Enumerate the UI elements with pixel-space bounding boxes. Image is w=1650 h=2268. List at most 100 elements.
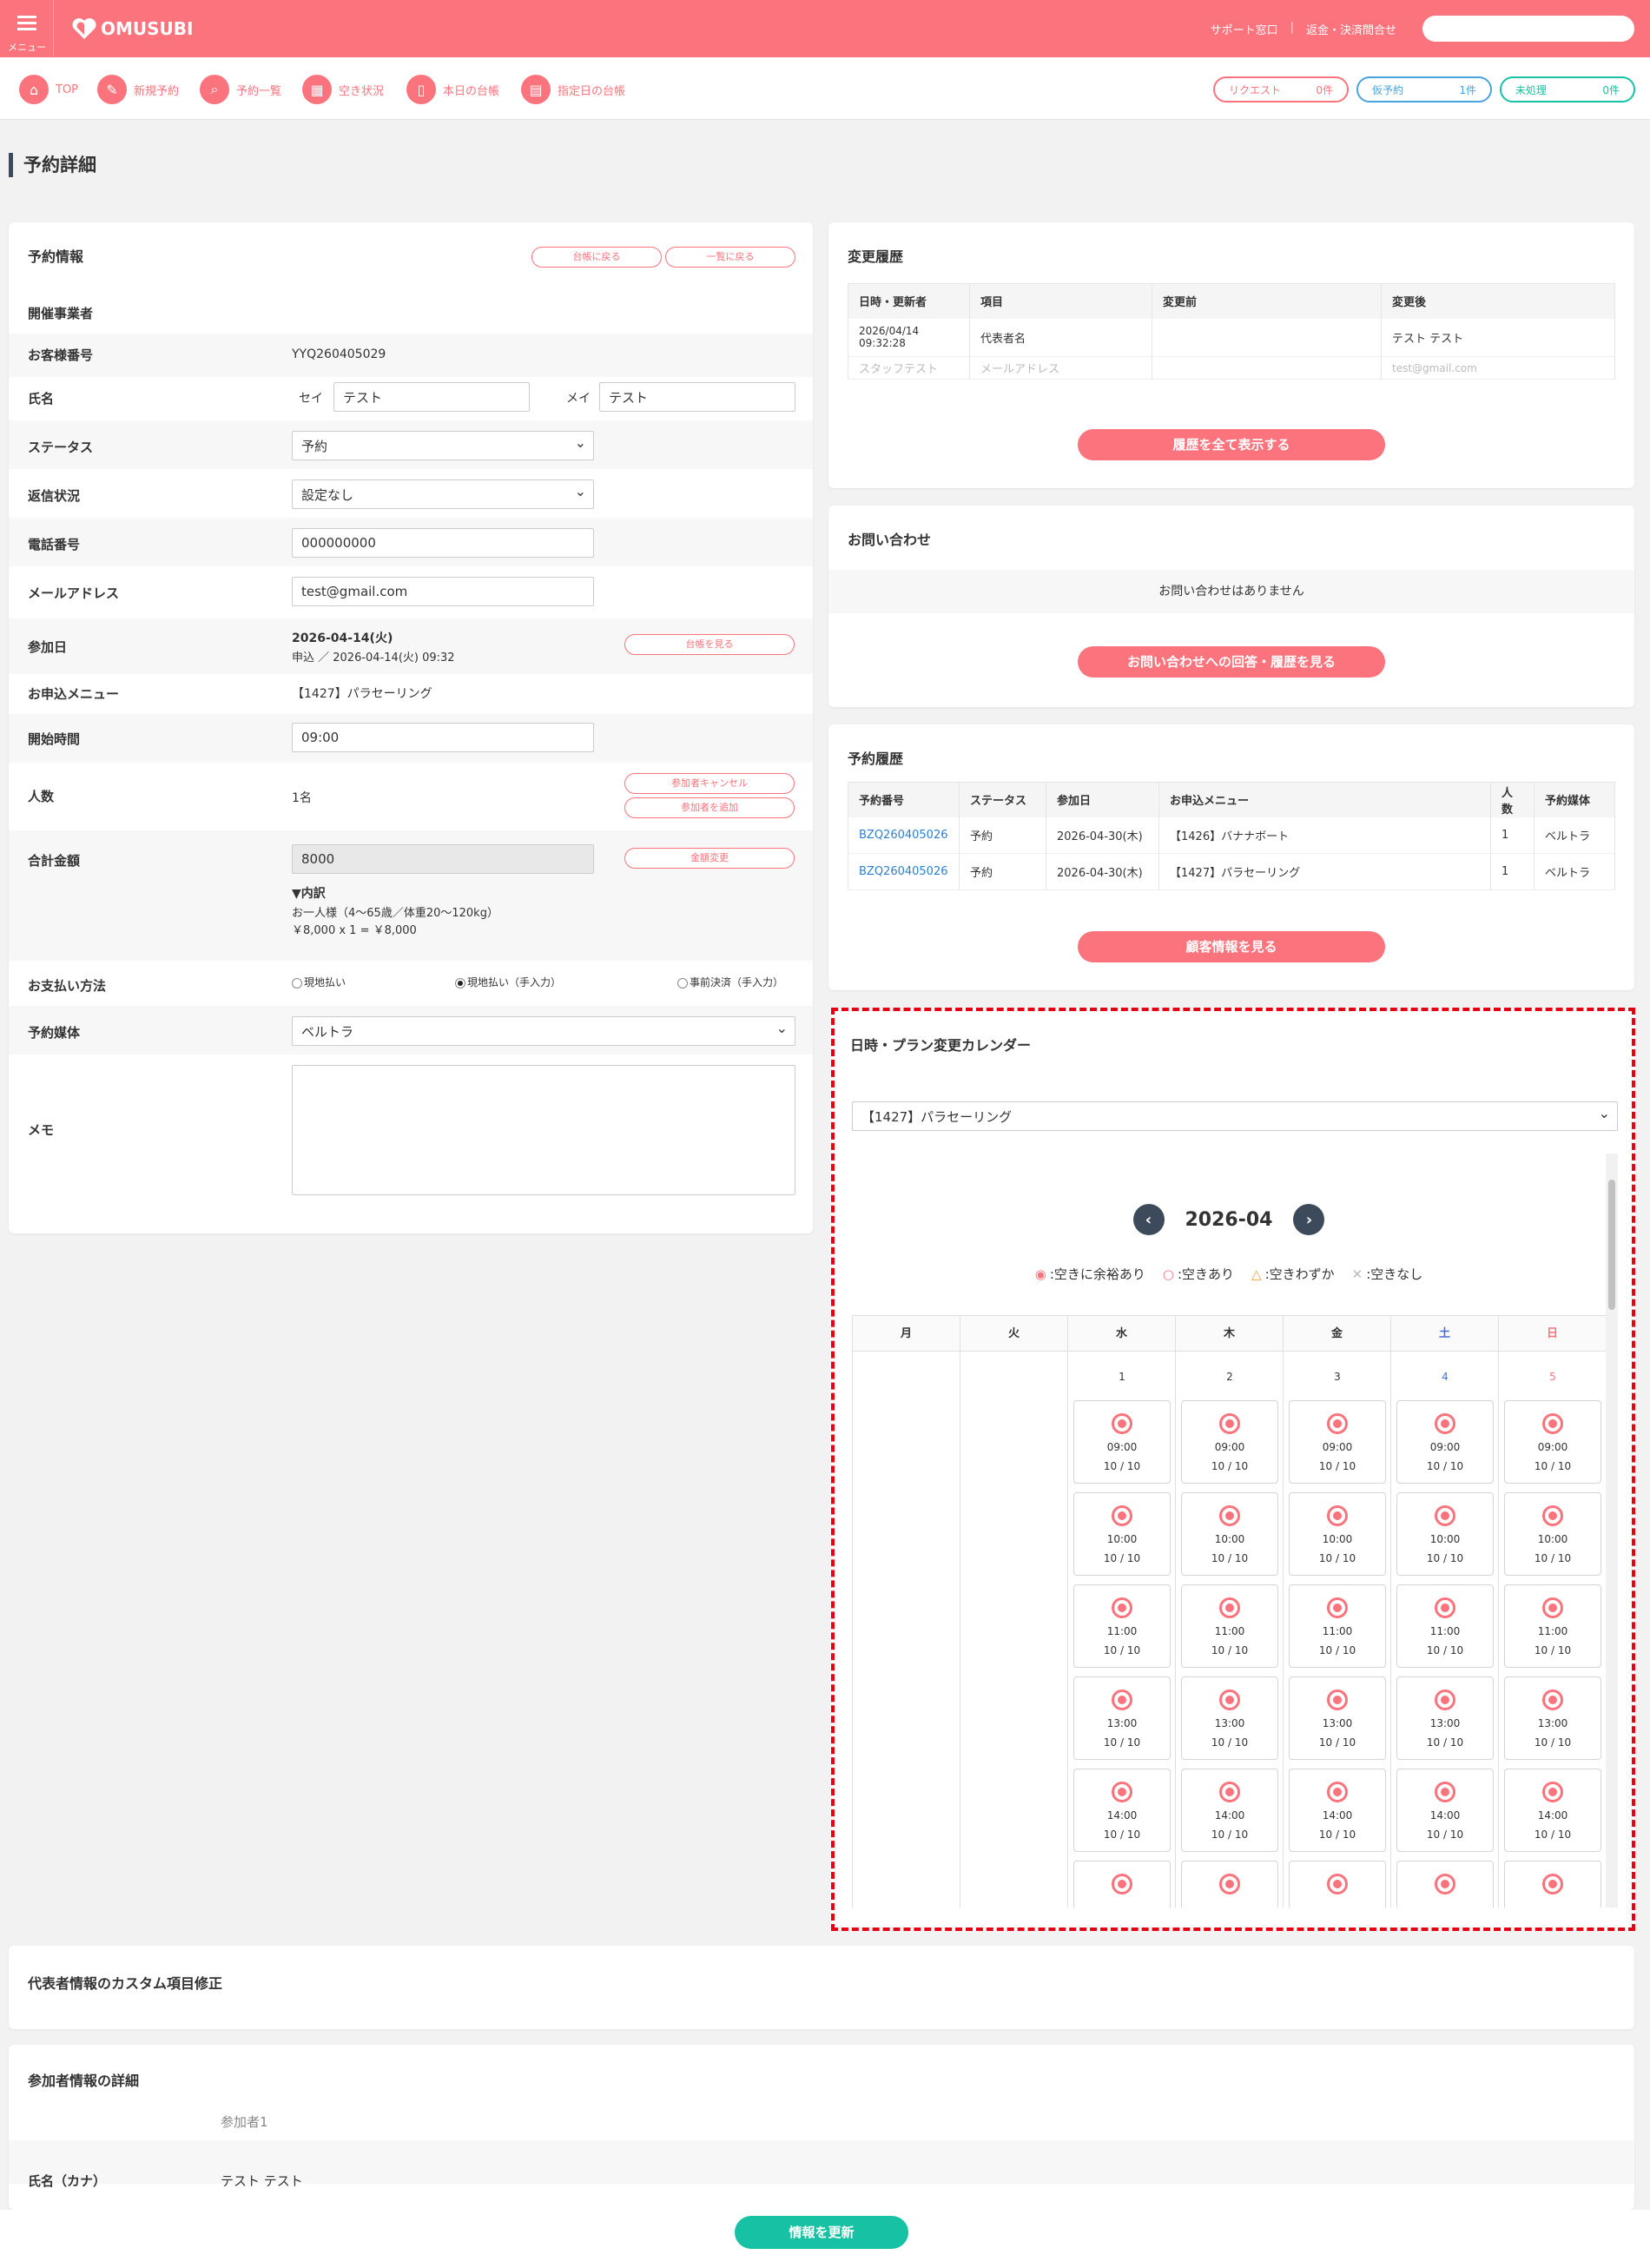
time-slot[interactable]: 14:00 10 / 10 <box>1181 1769 1278 1852</box>
scrollbar[interactable] <box>1606 1154 1618 1908</box>
time-slot[interactable]: 11:00 10 / 10 <box>1504 1584 1601 1668</box>
update-info-button[interactable]: 情報を更新 <box>735 2216 908 2249</box>
booking-no-link[interactable]: BZQ260405026 <box>848 853 960 890</box>
participant-1-label: 参加者1 <box>221 2114 268 2130</box>
view-ledger-button[interactable]: 台帳を見る <box>624 634 795 655</box>
day-column <box>852 1352 960 1908</box>
header-search-input[interactable] <box>1422 16 1634 42</box>
time-slot[interactable]: 09:00 10 / 10 <box>1289 1400 1386 1484</box>
sei-input[interactable]: テスト <box>333 382 530 412</box>
time-slot[interactable] <box>1181 1861 1278 1908</box>
custom-items-card: 代表者情報のカスタム項目修正 <box>9 1946 1634 2029</box>
slot-capacity: 10 / 10 <box>1103 1828 1141 1841</box>
time-slot[interactable]: 10:00 10 / 10 <box>1073 1492 1171 1576</box>
time-slot[interactable] <box>1504 1861 1601 1908</box>
slot-capacity: 10 / 10 <box>1534 1552 1572 1564</box>
add-participant-button[interactable]: 参加者を追加 <box>624 797 795 818</box>
scrollbar-thumb[interactable] <box>1608 1180 1615 1310</box>
nav-availability[interactable]: ▦ 空き状況 <box>302 75 384 104</box>
time-slot[interactable] <box>1289 1861 1386 1908</box>
show-all-history-button[interactable]: 履歴を全て表示する <box>1078 429 1385 460</box>
nav-reservation-list[interactable]: ⌕ 予約一覧 <box>200 75 281 104</box>
media-select[interactable]: ベルトラ <box>292 1016 795 1046</box>
request-pill[interactable]: リクエスト 0件 <box>1213 76 1349 102</box>
prev-month-button[interactable]: ‹ <box>1132 1204 1165 1235</box>
time-slot[interactable]: 13:00 10 / 10 <box>1396 1676 1494 1760</box>
reply-select[interactable]: 設定なし <box>292 479 594 509</box>
back-to-ledger-button[interactable]: 台帳に戻る <box>531 247 662 268</box>
payment-option-1[interactable]: 現地払い <box>292 975 346 989</box>
calendar-scroll-area[interactable]: ‹ 2026-04 › ◉:空きに余裕あり ○:空きあり △:空きわずか ✕:空… <box>852 1154 1618 1908</box>
time-slot[interactable]: 11:00 10 / 10 <box>1181 1584 1278 1668</box>
payment-option-3[interactable]: 事前決済（手入力） <box>677 975 783 989</box>
logo-text: OMUSUBI <box>101 18 194 39</box>
time-slot[interactable]: 09:00 10 / 10 <box>1396 1400 1494 1484</box>
plenty-icon <box>1219 1782 1240 1802</box>
plenty-icon <box>1112 1874 1132 1894</box>
support-link[interactable]: サポート窓口 <box>1211 21 1278 37</box>
phone-input[interactable]: 000000000 <box>292 528 594 558</box>
nav-today-ledger[interactable]: ▯ 本日の台帳 <box>406 75 499 104</box>
nav-new-reservation[interactable]: ✎ 新規予約 <box>97 75 179 104</box>
memo-textarea[interactable] <box>292 1065 795 1195</box>
menu-button[interactable]: メニュー <box>0 0 54 57</box>
plenty-icon <box>1435 1782 1455 1802</box>
provisional-pill[interactable]: 仮予約 1件 <box>1356 76 1492 102</box>
weekday-header: 月火水木金土日 <box>852 1315 1606 1352</box>
start-label: 開始時間 <box>28 731 81 747</box>
time-slot[interactable]: 11:00 10 / 10 <box>1289 1584 1386 1668</box>
logo[interactable]: OMUSUBI <box>71 17 193 40</box>
time-slot[interactable]: 14:00 10 / 10 <box>1396 1769 1494 1852</box>
radio-icon <box>292 977 302 989</box>
inquiry-reply-button[interactable]: お問い合わせへの回答・履歴を見る <box>1078 646 1385 678</box>
payment-option-2[interactable]: 現地払い（手入力） <box>455 975 561 989</box>
time-slot[interactable]: 10:00 10 / 10 <box>1396 1492 1494 1576</box>
history-user: スタッフテスト <box>848 356 970 380</box>
time-slot[interactable]: 11:00 10 / 10 <box>1073 1584 1171 1668</box>
time-slot[interactable]: 10:00 10 / 10 <box>1289 1492 1386 1576</box>
total-input[interactable]: 8000 <box>292 844 594 874</box>
plenty-icon <box>1327 1413 1348 1434</box>
plan-select[interactable]: 【1427】パラセーリング <box>852 1101 1618 1131</box>
booking-people: 1 <box>1490 853 1534 890</box>
plenty-icon <box>1219 1505 1240 1526</box>
slot-capacity: 10 / 10 <box>1426 1828 1464 1841</box>
nav-date-ledger[interactable]: ▤ 指定日の台帳 <box>521 75 625 104</box>
booking-no-link[interactable]: BZQ260405026 <box>848 817 960 854</box>
booking-header: 予約媒体 <box>1534 782 1615 817</box>
time-slot[interactable]: 13:00 10 / 10 <box>1181 1676 1278 1760</box>
unprocessed-pill[interactable]: 未処理 0件 <box>1500 76 1635 102</box>
time-slot[interactable] <box>1396 1861 1494 1908</box>
nav-top[interactable]: ⌂ TOP <box>19 75 78 104</box>
email-label: メールアドレス <box>28 585 120 601</box>
time-slot[interactable]: 13:00 10 / 10 <box>1289 1676 1386 1760</box>
media-label: 予約媒体 <box>28 1025 81 1041</box>
time-slot[interactable]: 14:00 10 / 10 <box>1289 1769 1386 1852</box>
plenty-icon <box>1542 1505 1563 1526</box>
time-slot[interactable]: 13:00 10 / 10 <box>1504 1676 1601 1760</box>
status-select[interactable]: 予約 <box>292 431 594 460</box>
time-slot[interactable]: 11:00 10 / 10 <box>1396 1584 1494 1668</box>
time-slot[interactable]: 10:00 10 / 10 <box>1181 1492 1278 1576</box>
slot-capacity: 10 / 10 <box>1534 1644 1572 1656</box>
table-row: 2026/04/14 09:32:28 代表者名 テスト テスト <box>848 318 1615 357</box>
mei-input[interactable]: テスト <box>599 382 795 412</box>
cancel-participant-button[interactable]: 参加者キャンセル <box>624 773 795 794</box>
time-slot[interactable]: 13:00 10 / 10 <box>1073 1676 1171 1760</box>
start-input[interactable]: 09:00 <box>292 723 594 752</box>
next-month-button[interactable]: › <box>1293 1204 1325 1235</box>
month-label: 2026-04 <box>1185 1208 1273 1231</box>
customer-info-button[interactable]: 顧客情報を見る <box>1078 931 1385 962</box>
time-slot[interactable]: 14:00 10 / 10 <box>1073 1769 1171 1852</box>
time-slot[interactable]: 09:00 10 / 10 <box>1504 1400 1601 1484</box>
time-slot[interactable]: 09:00 10 / 10 <box>1181 1400 1278 1484</box>
history-time: 09:32:28 <box>859 337 906 350</box>
time-slot[interactable]: 10:00 10 / 10 <box>1504 1492 1601 1576</box>
email-input[interactable]: test@gmail.com <box>292 577 594 606</box>
time-slot[interactable]: 14:00 10 / 10 <box>1504 1769 1601 1852</box>
time-slot[interactable]: 09:00 10 / 10 <box>1073 1400 1171 1484</box>
back-to-list-button[interactable]: 一覧に戻る <box>665 247 795 268</box>
time-slot[interactable] <box>1073 1861 1171 1908</box>
change-amount-button[interactable]: 金額変更 <box>624 848 795 869</box>
refund-link[interactable]: 返金・決済間合せ <box>1306 21 1396 37</box>
